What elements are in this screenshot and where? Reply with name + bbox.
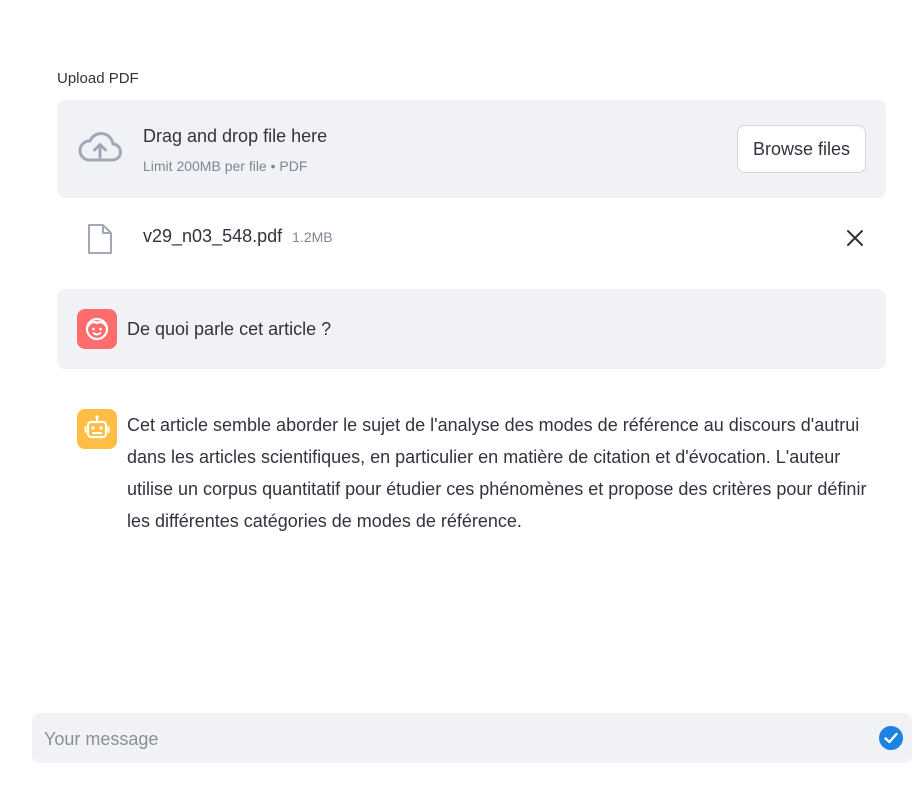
file-size: 1.2MB	[292, 229, 333, 245]
chat-message-assistant: Cet article semble aborder le sujet de l…	[57, 389, 886, 549]
dropzone-title: Drag and drop file here	[143, 126, 328, 146]
robot-icon	[84, 415, 110, 439]
assistant-message-text: Cet article semble aborder le sujet de l…	[127, 415, 867, 531]
browse-files-button[interactable]: Browse files	[736, 125, 866, 173]
close-icon[interactable]	[844, 227, 866, 249]
send-icon[interactable]	[878, 725, 904, 751]
dropzone-limit-text: Limit 200MB per file • PDF	[143, 158, 308, 174]
uploader-label: Upload PDF	[57, 70, 139, 87]
app-page: Upload PDF Drag and drop file here Limit…	[0, 0, 914, 785]
user-message-text: De quoi parle cet article ?	[127, 319, 332, 339]
uploaded-file-name: v29_n03_548.pdf 1.2MB	[143, 226, 333, 247]
file-name-text: v29_n03_548.pdf	[143, 226, 283, 246]
cloud-upload-icon	[78, 132, 122, 162]
assistant-avatar	[77, 409, 117, 449]
user-avatar	[77, 309, 117, 349]
file-icon	[88, 224, 112, 254]
file-dropzone[interactable]: Drag and drop file here Limit 200MB per …	[57, 100, 886, 198]
uploaded-file-row: v29_n03_548.pdf 1.2MB	[57, 215, 886, 261]
chat-input-container	[32, 713, 912, 765]
chat-message-input[interactable]	[42, 713, 866, 765]
chat-message-user: De quoi parle cet article ?	[57, 289, 886, 369]
user-face-icon	[85, 317, 109, 341]
